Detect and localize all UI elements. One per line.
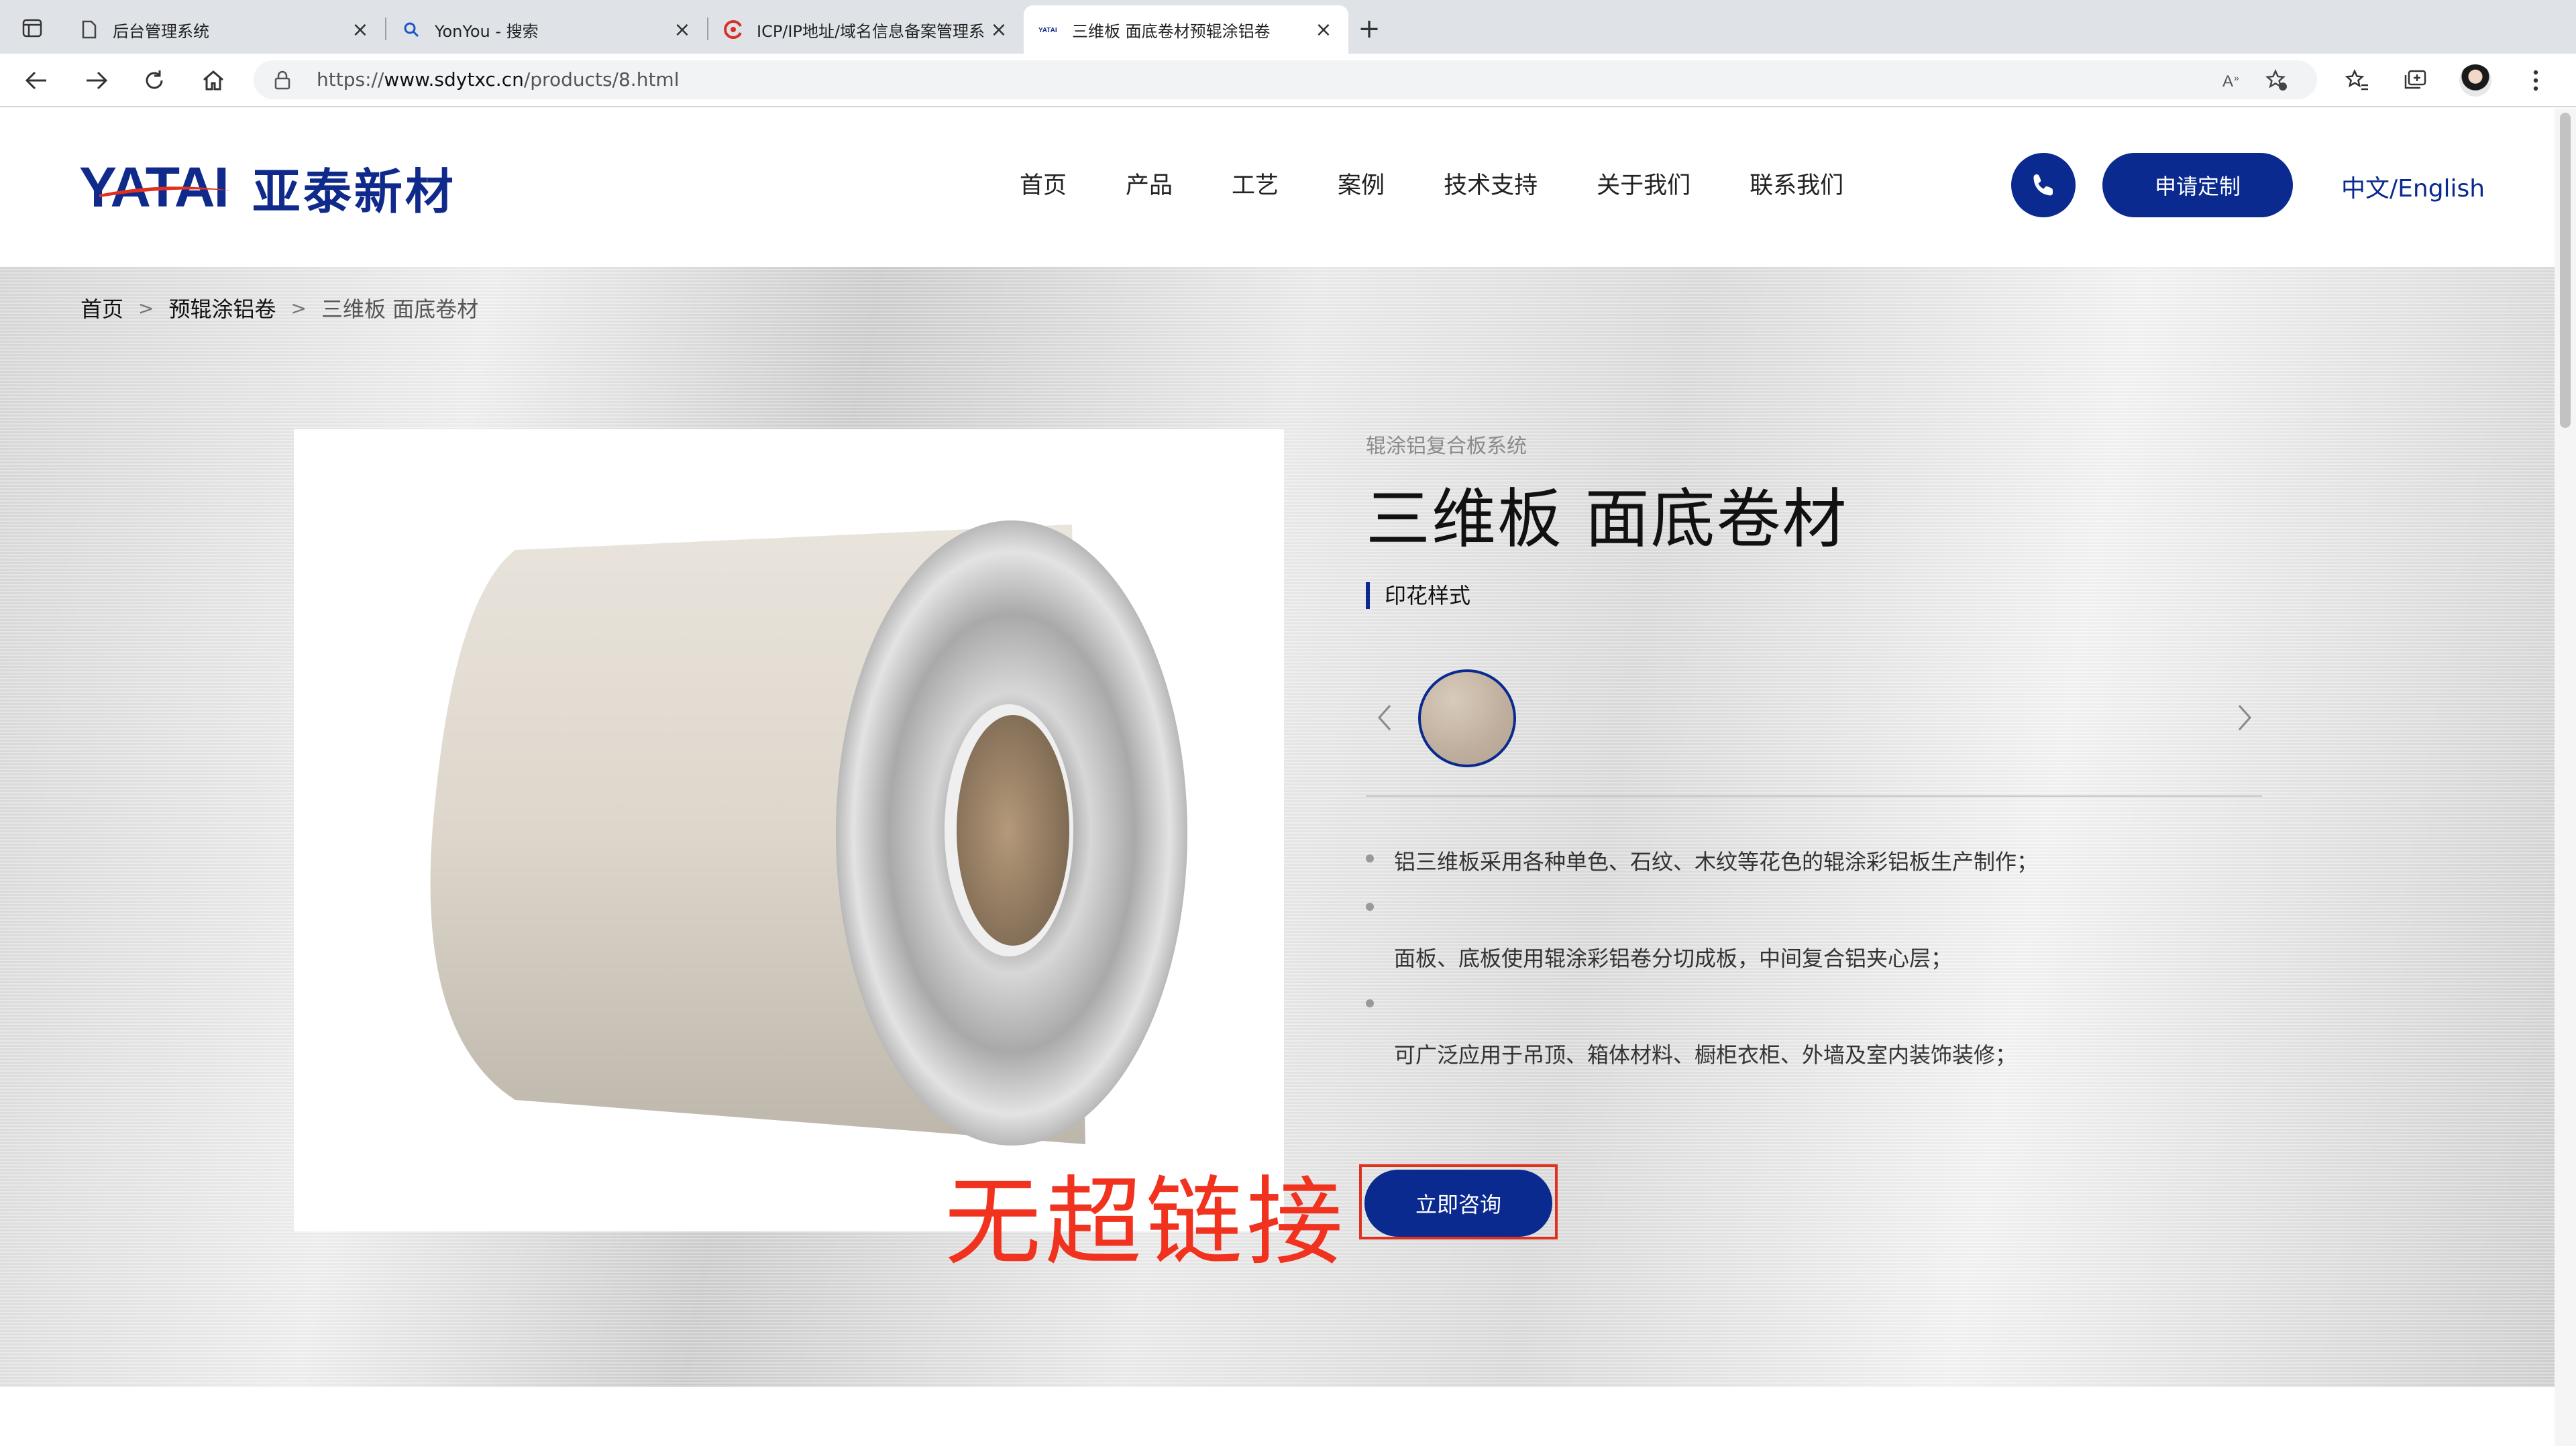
close-icon[interactable]: × [1313,18,1334,42]
browser-tab-active[interactable]: YATAI 三维板 面底卷材预辊涂铝卷 × [1024,5,1348,54]
breadcrumb-home[interactable]: 首页 [80,292,123,323]
favorites-icon[interactable] [2341,64,2373,97]
divider [1366,795,2262,797]
feature-text: 面板、底板使用辊涂彩铝卷分切成板，中间复合铝夹心层； [1394,946,1953,971]
search-icon [401,19,421,40]
collections-icon[interactable] [2399,64,2431,97]
miit-icon [723,19,743,40]
profile-avatar[interactable] [2459,64,2491,97]
browser-tab[interactable]: 后台管理系统 × [64,5,385,54]
close-icon[interactable]: × [672,18,692,42]
nav-item-about[interactable]: 关于我们 [1597,166,1690,201]
product-image [294,429,1284,1231]
nav-item-process[interactable]: 工艺 [1232,166,1279,201]
svg-text:YATAI: YATAI [1038,27,1057,34]
annotation-box [1359,1164,1558,1239]
breadcrumb-category[interactable]: 预辊涂铝卷 [168,292,276,323]
main-nav: 首页 产品 工艺 案例 技术支持 关于我们 联系我们 [1020,166,1902,201]
site-header: YATAI 亚泰新材 首页 产品 工艺 案例 技术支持 关于我们 联系我们 申请… [0,109,2555,267]
back-icon[interactable] [20,64,52,97]
lock-icon[interactable] [272,70,292,90]
nav-item-cases[interactable]: 案例 [1338,166,1385,201]
breadcrumb: 首页 > 预辊涂铝卷 > 三维板 面底卷材 [80,292,478,323]
chevron-left-icon[interactable] [1371,702,1398,734]
url-domain: www.sdytxc.cn [384,68,524,91]
logo-chinese: 亚泰新材 [252,163,456,220]
more-menu-icon[interactable] [2520,64,2552,97]
chevron-right-icon[interactable] [2231,702,2258,734]
aluminum-coil-image [430,520,1187,1146]
breadcrumb-current: 三维板 面底卷材 [321,296,479,322]
phone-icon [2033,174,2053,196]
language-switch[interactable]: 中文/English [2341,169,2485,204]
tab-title: 后台管理系统 [113,21,209,41]
new-tab-icon[interactable]: + [1354,13,1385,44]
svg-text:»: » [2234,72,2239,83]
tab-title: ICP/IP地址/域名信息备案管理系 [757,21,985,41]
annotation-text: 无超链接 [945,1166,1348,1278]
close-icon[interactable]: × [350,18,370,42]
breadcrumb-separator: > [290,296,307,319]
yatai-icon: YATAI [1038,19,1059,40]
feature-item: 可广泛应用于吊顶、箱体材料、橱柜衣柜、外墙及室内装饰装修； [1366,990,2305,1087]
nav-item-products[interactable]: 产品 [1126,166,1173,201]
forward-icon[interactable] [80,64,113,97]
scrollbar-thumb[interactable] [2560,113,2571,428]
product-hero: 首页 > 预辊涂铝卷 > 三维板 面底卷材 辊涂铝复合板系统 三维板 面底卷材 … [0,267,2555,1387]
breadcrumb-separator: > [138,296,154,319]
page-icon [79,19,99,40]
browser-tab-bar: 后台管理系统 × YonYou - 搜索 × ICP/IP地址/域名信息备案管理… [0,0,2576,54]
read-aloud-icon[interactable]: A» [2220,67,2247,94]
nav-item-contact[interactable]: 联系我们 [1750,166,1843,201]
phone-button[interactable] [2011,153,2076,217]
tab-title: YonYou - 搜索 [435,21,539,41]
url-path: /products/8.html [523,68,680,91]
address-bar[interactable]: https://www.sdytxc.cn/products/8.html A» [254,60,2317,99]
page-scrollbar[interactable] [2555,109,2576,1446]
nav-item-support[interactable]: 技术支持 [1444,166,1538,201]
refresh-icon[interactable] [138,64,170,97]
browser-tab[interactable]: YonYou - 搜索 × [386,5,707,54]
site-logo[interactable]: YATAI 亚泰新材 [79,156,456,220]
feature-list: 铝三维板采用各种单色、石纹、木纹等花色的辊涂彩铝板生产制作； 面板、底板使用辊涂… [1366,845,2305,1087]
product-title: 三维板 面底卷材 [1366,482,1848,557]
tab-actions-icon[interactable] [19,15,46,42]
feature-item: 面板、底板使用辊涂彩铝卷分切成板，中间复合铝夹心层； [1366,893,2305,990]
tab-title: 三维板 面底卷材预辊涂铝卷 [1072,21,1271,41]
url-text[interactable]: https://www.sdytxc.cn/products/8.html [317,68,680,91]
nav-item-home[interactable]: 首页 [1020,166,1067,201]
url-scheme: https:// [317,68,384,91]
pattern-swatch[interactable] [1418,669,1516,767]
browser-toolbar: https://www.sdytxc.cn/products/8.html A» [0,54,2576,107]
feature-text: 铝三维板采用各种单色、石纹、木纹等花色的辊涂彩铝板生产制作； [1394,849,2039,875]
add-favorite-icon[interactable] [2263,67,2290,94]
browser-tab[interactable]: ICP/IP地址/域名信息备案管理系 × [708,5,1024,54]
close-icon[interactable]: × [989,18,1009,42]
logo-swoosh-icon [99,186,231,197]
feature-text: 可广泛应用于吊顶、箱体材料、橱柜衣柜、外墙及室内装饰装修； [1394,1042,2017,1068]
product-series: 辊涂铝复合板系统 [1366,435,1527,458]
svg-text:A: A [2222,72,2233,91]
pattern-label: 印花样式 [1366,582,1470,609]
feature-item: 铝三维板采用各种单色、石纹、木纹等花色的辊涂彩铝板生产制作； [1366,845,2305,893]
home-icon[interactable] [197,64,229,97]
apply-custom-button[interactable]: 申请定制 [2102,153,2293,217]
